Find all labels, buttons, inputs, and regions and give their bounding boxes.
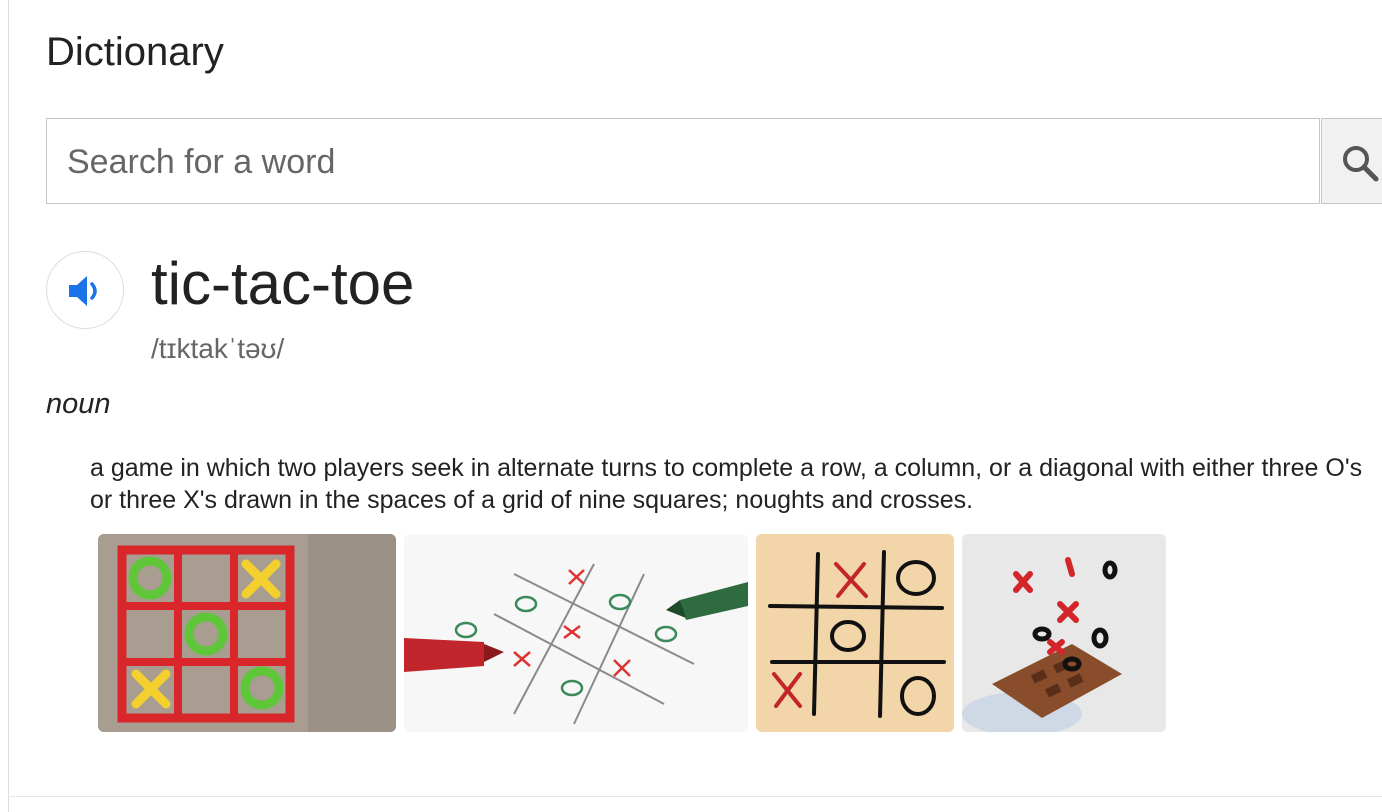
speaker-icon (69, 276, 97, 306)
pronunciation-button[interactable] (46, 251, 124, 329)
image-thumbnail-2[interactable] (404, 534, 748, 732)
tictactoe-board-image (962, 534, 1166, 732)
part-of-speech: noun (46, 388, 111, 420)
panel-left-border (8, 0, 9, 812)
definition-text: a game in which two players seek in alte… (90, 454, 1363, 514)
image-thumbnail-1[interactable] (98, 534, 396, 732)
image-thumbnail-3[interactable] (756, 534, 954, 732)
image-thumbnail-4[interactable] (962, 534, 1166, 732)
tictactoe-tray-image (98, 534, 396, 732)
search-icon (1343, 146, 1379, 182)
tictactoe-drawing-image (404, 534, 748, 732)
search-input[interactable] (65, 139, 1269, 185)
tictactoe-paper-image (756, 534, 954, 732)
page-title: Dictionary (46, 30, 224, 74)
search-box[interactable] (46, 118, 1320, 204)
headword: tic-tac-toe (151, 250, 415, 317)
phonetic-transcription: /tɪktakˈtəʊ/ (151, 333, 285, 364)
search-button[interactable] (1321, 118, 1382, 204)
panel-bottom-border (8, 796, 1382, 797)
